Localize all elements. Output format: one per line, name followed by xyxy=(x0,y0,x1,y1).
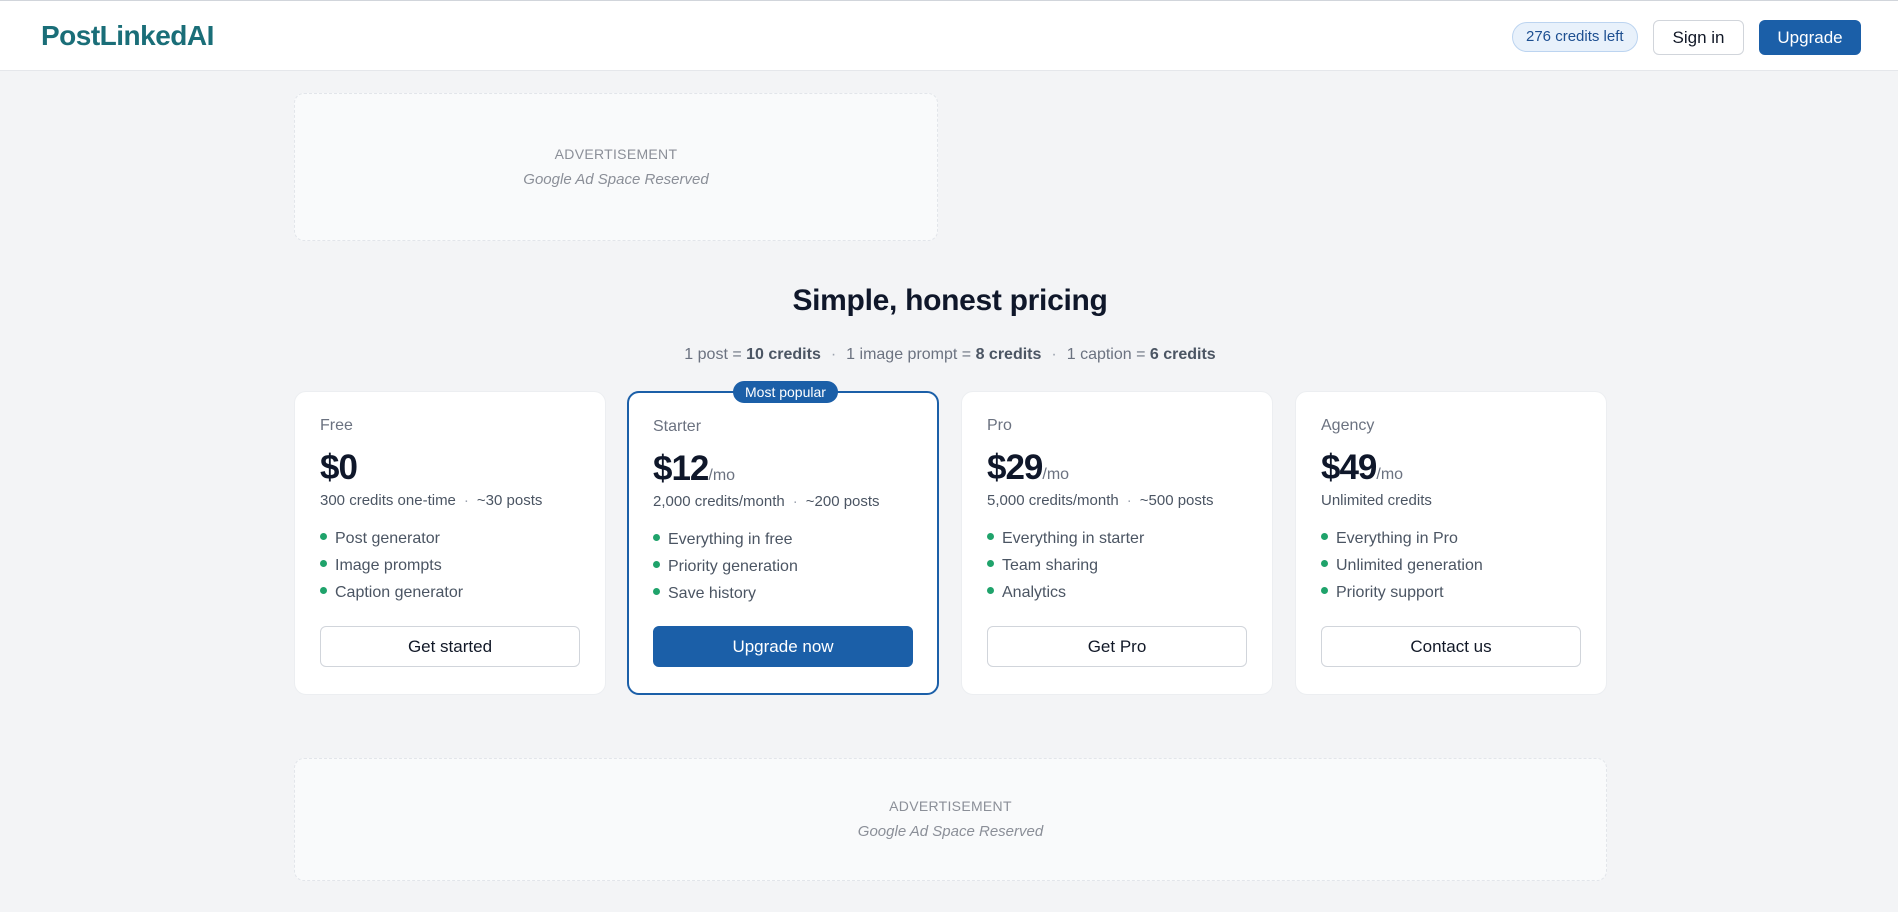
plan-period: /mo xyxy=(1042,466,1070,483)
upgrade-now-button[interactable]: Upgrade now xyxy=(653,626,913,667)
bullet-dot-icon xyxy=(653,561,660,569)
feature-item: Post generator xyxy=(320,525,580,552)
credits-badge: 276 credits left xyxy=(1512,22,1638,52)
plan-name: Agency xyxy=(1321,417,1375,434)
bullet-dot-icon xyxy=(987,587,994,595)
plan-features: Everything in free Priority generation S… xyxy=(653,526,913,607)
feature-item: Unlimited generation xyxy=(1321,552,1581,579)
rate-post: 1 post = 10 credits xyxy=(684,346,821,363)
plan-price-row: $0 xyxy=(320,448,580,488)
plan-name: Starter xyxy=(653,418,702,435)
ad-placeholder-text: Google Ad Space Reserved xyxy=(523,171,709,188)
bullet-dot-icon xyxy=(987,533,994,541)
plan-price: $12 xyxy=(653,449,709,488)
plan-name: Free xyxy=(320,417,353,434)
bullet-dot-icon xyxy=(320,560,327,568)
bullet-dot-icon xyxy=(653,534,660,542)
bullet-dot-icon xyxy=(653,588,660,596)
bullet-dot-icon xyxy=(320,587,327,595)
plan-card-pro: Pro $29/mo 5,000 credits/month · ~500 post… xyxy=(961,391,1273,695)
plan-price-row: $49/mo xyxy=(1321,448,1581,488)
ad-slot-top: ADVERTISEMENT Google Ad Space Reserved xyxy=(294,93,938,241)
plan-card-free: Free $0 300 credits one-time · ~30 posts P… xyxy=(294,391,606,695)
plan-credits: 5,000 credits/month · ~500 posts xyxy=(987,492,1214,509)
sign-in-button[interactable]: Sign in xyxy=(1653,20,1744,55)
rate-image-prompt: 1 image prompt = 8 credits xyxy=(846,346,1042,363)
bullet-dot-icon xyxy=(987,560,994,568)
bullet-dot-icon xyxy=(1321,533,1328,541)
plan-card-starter: Most popular Starter $12/mo 2,000 credit… xyxy=(627,381,939,695)
plan-features: Post generator Image prompts Caption gen… xyxy=(320,525,580,606)
ad-placeholder-text: Google Ad Space Reserved xyxy=(857,823,1044,840)
bullet-dot-icon xyxy=(1321,560,1328,568)
pricing-title: Simple, honest pricing xyxy=(792,284,1108,317)
feature-item: Team sharing xyxy=(987,552,1247,579)
plan-card-agency: Agency $49/mo Unlimited credits Everythi… xyxy=(1295,391,1607,695)
feature-item: Priority generation xyxy=(653,553,913,580)
plan-price: $49 xyxy=(1321,448,1377,487)
plan-price: $0 xyxy=(320,448,358,487)
rate-separator: · xyxy=(830,346,837,363)
most-popular-badge: Most popular xyxy=(733,381,838,403)
ad-label: ADVERTISEMENT xyxy=(554,146,678,162)
plan-credits: 2,000 credits/month · ~200 posts xyxy=(653,493,880,510)
ad-label: ADVERTISEMENT xyxy=(889,798,1012,814)
plan-credits: 300 credits one-time · ~30 posts xyxy=(320,492,543,509)
logo[interactable]: PostLinkedAI xyxy=(41,20,214,52)
plan-price-row: $29/mo xyxy=(987,448,1247,488)
feature-item: Image prompts xyxy=(320,552,580,579)
feature-item: Priority support xyxy=(1321,579,1581,606)
get-pro-button[interactable]: Get Pro xyxy=(987,626,1247,667)
feature-item: Everything in starter xyxy=(987,525,1247,552)
top-bar: PostLinkedAI 276 credits left Sign in Up… xyxy=(0,0,1898,71)
plan-features: Everything in Pro Unlimited generation P… xyxy=(1321,525,1581,606)
rate-separator: · xyxy=(1051,346,1057,363)
feature-item: Analytics xyxy=(987,579,1247,606)
plan-price-row: $12/mo xyxy=(653,449,913,489)
plan-period: /mo xyxy=(1376,466,1404,483)
feature-item: Everything in Pro xyxy=(1321,525,1581,552)
ad-slot-bottom: ADVERTISEMENT Google Ad Space Reserved xyxy=(294,758,1607,881)
feature-item: Caption generator xyxy=(320,579,580,606)
plan-credits: Unlimited credits xyxy=(1321,492,1432,509)
get-started-button[interactable]: Get started xyxy=(320,626,580,667)
bullet-dot-icon xyxy=(320,533,327,541)
plan-period: /mo xyxy=(708,467,736,484)
plan-price: $29 xyxy=(987,448,1043,487)
credit-rates: 1 post = 10 credits · 1 image prompt = 8 c… xyxy=(0,346,1898,364)
feature-item: Save history xyxy=(653,580,913,607)
feature-item: Everything in free xyxy=(653,526,913,553)
upgrade-button[interactable]: Upgrade xyxy=(1759,20,1861,55)
contact-us-button[interactable]: Contact us xyxy=(1321,626,1581,667)
plan-features: Everything in starter Team sharing Analy… xyxy=(987,525,1247,606)
plan-name: Pro xyxy=(987,417,1012,434)
rate-caption: 1 caption = 6 credits xyxy=(1066,346,1216,363)
bullet-dot-icon xyxy=(1321,587,1328,595)
